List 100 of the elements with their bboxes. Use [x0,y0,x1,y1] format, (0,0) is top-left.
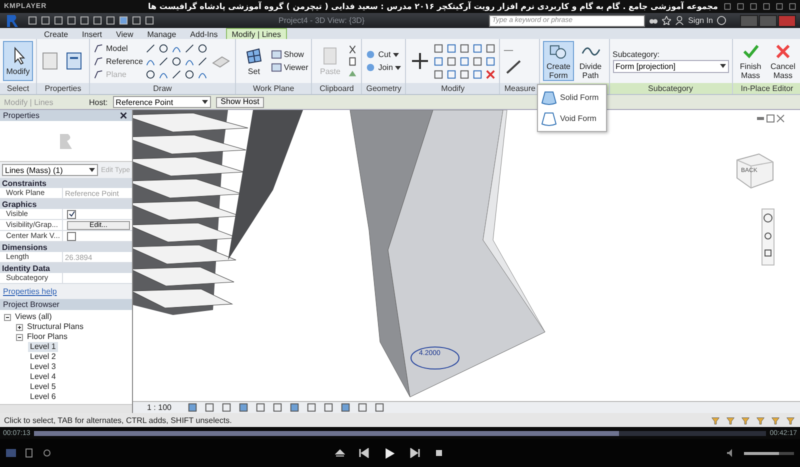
modify-tool-icon [459,68,470,80]
panel-label: Subcategory [610,83,732,94]
copy-icon [347,56,358,66]
view-control-icon[interactable] [255,402,266,413]
view-control-icon[interactable] [187,402,198,413]
menu-item[interactable]: Solid Form [538,87,606,108]
navigation-bar[interactable] [761,208,775,266]
star-icon[interactable] [662,16,672,25]
work-plane-option[interactable]: Show [270,48,308,60]
geometry-tool[interactable]: Cut [365,48,401,60]
next-icon[interactable] [410,448,420,458]
expand-icon[interactable] [16,324,23,330]
draw-shape-icon [144,68,156,80]
create-form-button[interactable]: Create Form [543,41,574,81]
modify-tool-icon [472,68,484,80]
scissors-icon [347,44,358,54]
user-icon [675,16,684,25]
cancel-mass-button[interactable]: Cancel Mass [768,41,798,81]
play-icon[interactable] [382,446,396,460]
browser-item[interactable]: Level 2 [28,352,58,362]
eject-icon[interactable] [334,448,344,458]
modify-tool-icon [485,56,496,66]
modify-tool-icon [472,56,484,66]
view-control-icon[interactable] [374,402,386,413]
divide-path-button[interactable]: Divide Path [576,41,606,81]
ribbon-tab[interactable]: Create [38,28,74,39]
view-control-icon[interactable] [306,402,318,413]
modify-tool-icon [485,68,496,80]
stop-icon[interactable] [434,448,444,458]
browser-item[interactable]: Structural Plans [25,322,86,332]
draw-option[interactable]: Reference [93,55,143,67]
browser-item[interactable]: Level 1 [28,342,58,352]
checkbox[interactable] [67,210,76,218]
volume-slider[interactable] [744,452,794,454]
browser-item[interactable]: Level 6 [28,392,58,402]
view-scale[interactable]: 1 : 100 [137,403,182,412]
sign-in-link[interactable]: Sign In [688,16,713,25]
ribbon-tab[interactable]: Add-Ins [184,28,224,39]
draw-shape-icon [170,68,182,80]
caret-icon [392,52,399,58]
previous-icon[interactable] [358,448,368,458]
browser-item[interactable]: Floor Plans [25,332,70,342]
ribbon-tab[interactable]: Insert [76,28,108,39]
modify-tool-icon [433,42,444,54]
panel-label: Measure [500,83,540,94]
collapse-icon[interactable] [16,334,23,340]
browser-item[interactable]: Level 3 [28,362,58,372]
draw-shape-icon [144,42,156,54]
view-control-icon[interactable] [357,402,368,413]
seek-bar[interactable] [34,430,766,436]
caret-icon [720,63,726,69]
close-icon[interactable] [118,110,129,121]
modify-tool-icon [446,42,458,54]
draw-option[interactable]: Model [93,42,143,54]
collapse-icon[interactable] [4,314,11,320]
set-button[interactable]: Set [238,41,269,81]
property-group-header: Identity Data [0,263,132,273]
view-control-icon[interactable] [289,402,300,413]
panel-label: Draw [90,83,235,94]
work-plane-option[interactable]: Viewer [270,62,308,74]
void-cone-icon [541,110,557,126]
browser-item[interactable]: Views (all) [13,312,54,322]
caret-icon [394,64,401,70]
menu-item[interactable]: Void Form [538,108,606,129]
view-control-icon[interactable] [221,402,232,413]
draw-shape-icon [196,42,208,54]
browser-item[interactable]: Level 5 [28,382,58,392]
host-dropdown[interactable]: Reference Point [112,96,211,108]
modify-button[interactable]: Modify [3,41,33,81]
ribbon-tab[interactable]: Modify | Lines [226,28,287,39]
close-button[interactable] [778,14,796,26]
view-control-icon[interactable] [340,402,352,413]
status-message: Click to select, TAB for alternates, CTRL adds, SHIFT unselects. [4,416,233,424]
draw-shape-icon [170,56,182,66]
show-host-button[interactable]: Show Host [216,96,264,108]
ribbon-tab[interactable]: View [110,28,140,39]
draw-shape-icon [184,68,195,80]
binoculars-icon[interactable] [649,16,658,25]
geometry-tool[interactable]: Join [365,62,401,74]
checkbox[interactable] [67,232,76,240]
line-tool-icon [93,56,104,66]
caret-icon [88,167,95,173]
draw-shape-icon [158,56,169,66]
subcategory-dropdown[interactable]: Form [projection] [612,60,728,72]
modify-tool-icon [459,56,470,66]
properties-help-link[interactable]: Properties help [0,284,132,299]
panel-label: Geometry [362,83,406,94]
view-control-icon[interactable] [238,402,250,413]
finish-mass-button[interactable]: Finish Mass [736,41,766,81]
view-control-icon[interactable] [272,402,284,413]
view-control-icon[interactable] [204,402,216,413]
view-window-controls[interactable] [756,114,786,123]
ribbon-tab[interactable]: Manage [141,28,182,39]
panel-label: Clipboard [312,83,362,94]
modify-tool-icon [446,56,458,66]
type-selector[interactable]: Lines (Mass) (1) [2,164,98,176]
view-control-icon[interactable] [323,402,334,413]
browser-item[interactable]: Level 4 [28,372,58,382]
context-label: Modify | Lines [4,98,54,106]
modify-tool-icon [485,42,496,54]
